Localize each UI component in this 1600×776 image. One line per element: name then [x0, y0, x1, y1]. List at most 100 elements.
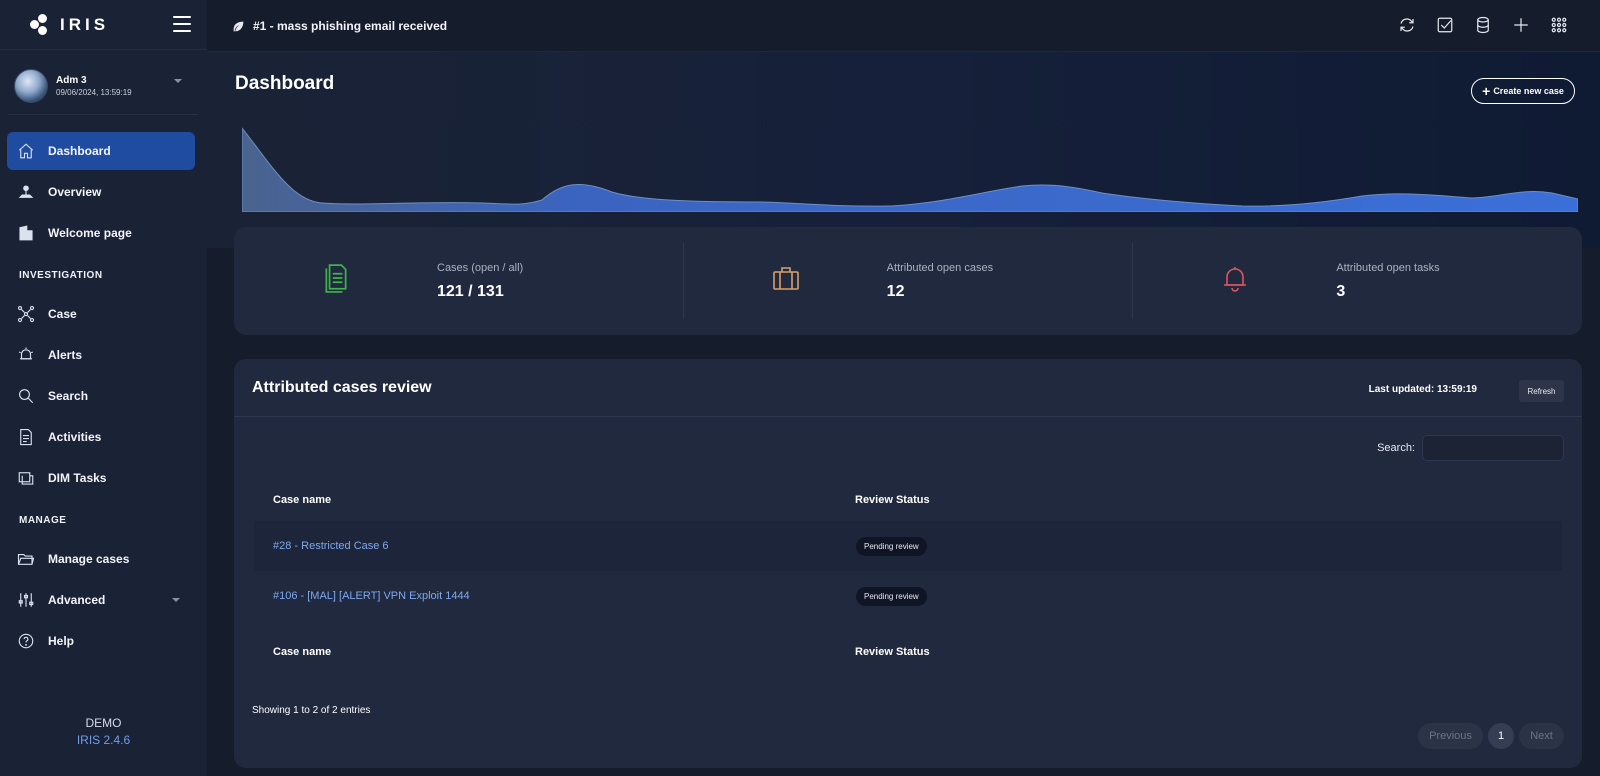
sidebar-item-advanced[interactable]: Advanced	[7, 581, 195, 619]
bell-icon	[1221, 263, 1249, 293]
topbar: #1 - mass phishing email received	[207, 0, 1600, 52]
sidebar-nav: Dashboard Overview Welcome page INVESTIG…	[7, 132, 195, 663]
building-icon	[17, 224, 35, 242]
sidebar-item-help[interactable]: Help	[7, 622, 195, 660]
stat-label: Cases (open / all)	[437, 262, 524, 274]
sidebar-item-label: Case	[48, 307, 77, 321]
home-icon	[17, 142, 35, 160]
user-name: Adm 3	[56, 75, 87, 86]
footer-version[interactable]: IRIS 2.4.6	[0, 733, 207, 747]
hamburger-menu-icon[interactable]	[173, 16, 191, 32]
chevron-down-icon[interactable]	[174, 79, 182, 83]
stat-value: 3	[1336, 283, 1346, 300]
sidebar-item-welcome-page[interactable]: Welcome page	[7, 214, 195, 252]
stat-label: Attributed open cases	[886, 262, 994, 274]
footer-demo: DEMO	[85, 716, 122, 730]
current-case[interactable]: #1 - mass phishing email received	[232, 19, 447, 33]
chevron-down-icon	[172, 598, 180, 602]
stat-cases: Cases (open / all) 121 / 131	[234, 227, 683, 335]
sidebar-item-label: DIM Tasks	[48, 471, 107, 485]
sidebar-item-case[interactable]: Case	[7, 295, 195, 333]
grid-icon[interactable]	[1548, 14, 1570, 36]
network-icon	[17, 305, 35, 323]
stat-label: Attributed open tasks	[1336, 262, 1440, 274]
sidebar-item-label: Dashboard	[48, 144, 111, 158]
plus-icon: +	[1482, 83, 1491, 99]
column-header-review-status[interactable]: Review Status	[855, 494, 930, 506]
refresh-icon[interactable]	[1396, 14, 1418, 36]
status-badge: Pending review	[856, 587, 927, 606]
attributed-cases-review-card: Attributed cases review Last updated: 13…	[234, 359, 1582, 768]
review-title: Attributed cases review	[252, 379, 432, 396]
column-footer-case-name: Case name	[273, 646, 332, 658]
stat-value: 121 / 131	[437, 283, 504, 300]
briefcase-icon	[772, 263, 800, 293]
stats-card: Cases (open / all) 121 / 131 Attributed …	[234, 227, 1582, 335]
table-row: #28 - Restricted Case 6 Pending review	[254, 521, 1562, 571]
sidebar-item-label: Help	[48, 634, 75, 648]
plus-icon[interactable]	[1510, 14, 1532, 36]
sidebar-item-alerts[interactable]: Alerts	[7, 336, 195, 374]
sidebar-item-label: Advanced	[48, 593, 106, 607]
case-title-text: #1 - mass phishing email received	[253, 19, 448, 33]
case-link[interactable]: #106 - [MAL] [ALERT] VPN Exploit 1444	[273, 590, 470, 602]
stat-value: 12	[886, 283, 905, 300]
column-footer-review-status: Review Status	[855, 646, 930, 658]
sidebar-footer: DEMO IRIS 2.4.6	[0, 716, 207, 747]
next-page-button[interactable]: Next	[1519, 723, 1564, 749]
divider	[8, 114, 198, 115]
sidebar-item-search[interactable]: Search	[7, 377, 195, 415]
last-updated: Last updated: 13:59:19	[1368, 384, 1477, 395]
sidebar: IRIS Adm 3 09/06/2024, 13:59:19 Dashboar…	[0, 0, 207, 776]
logo-text: IRIS	[60, 14, 110, 34]
search-icon	[17, 387, 35, 405]
user-datetime: 09/06/2024, 13:59:19	[56, 88, 132, 97]
cases-trend-chart	[242, 127, 1578, 212]
alert-bell-icon	[17, 346, 35, 364]
entries-info: Showing 1 to 2 of 2 entries	[252, 705, 371, 716]
case-link[interactable]: #28 - Restricted Case 6	[273, 540, 389, 552]
user-profile[interactable]: Adm 3 09/06/2024, 13:59:19	[14, 66, 194, 106]
create-new-case-button[interactable]: + Create new case	[1471, 78, 1575, 104]
sidebar-item-label: Welcome page	[48, 226, 132, 240]
sidebar-item-dim-tasks[interactable]: DIM Tasks	[7, 459, 195, 497]
sidebar-item-label: Search	[48, 389, 89, 403]
stat-attributed-tasks: Attributed open tasks 3	[1132, 243, 1582, 319]
sidebar-item-overview[interactable]: Overview	[7, 173, 195, 211]
leaf-icon	[233, 21, 244, 31]
avatar	[14, 69, 48, 103]
column-header-case-name[interactable]: Case name	[273, 494, 331, 506]
page-header: Dashboard + Create new case	[207, 52, 1600, 248]
search-label: Search:	[1377, 442, 1415, 454]
section-manage: MANAGE	[19, 514, 67, 526]
sidebar-item-label: Activities	[48, 430, 102, 444]
page-1-button[interactable]: 1	[1488, 723, 1514, 749]
file-icon	[322, 263, 350, 293]
database-icon[interactable]	[1472, 14, 1494, 36]
folder-icon	[17, 550, 35, 568]
refresh-button[interactable]: Refresh	[1519, 380, 1564, 402]
sidebar-item-label: Alerts	[48, 348, 83, 362]
tasks-icon	[17, 469, 35, 487]
section-investigation: INVESTIGATION	[19, 269, 103, 281]
checklist-icon[interactable]	[1434, 14, 1456, 36]
create-new-case-label: Create new case	[1493, 86, 1564, 96]
sidebar-item-label: Manage cases	[48, 552, 130, 566]
sidebar-item-dashboard[interactable]: Dashboard	[7, 132, 195, 170]
search-input[interactable]	[1422, 435, 1564, 461]
sidebar-item-activities[interactable]: Activities	[7, 418, 195, 456]
stat-attributed-cases: Attributed open cases 12	[682, 243, 1133, 319]
overview-icon	[17, 183, 35, 201]
sliders-icon	[17, 591, 35, 609]
table-row: #106 - [MAL] [ALERT] VPN Exploit 1444 Pe…	[254, 571, 1562, 621]
sidebar-item-manage-cases[interactable]: Manage cases	[7, 540, 195, 578]
sidebar-item-label: Overview	[48, 185, 102, 199]
page-title: Dashboard	[235, 73, 335, 94]
pagination: Previous 1 Next	[1413, 723, 1564, 749]
document-icon	[17, 428, 35, 446]
status-badge: Pending review	[856, 537, 927, 556]
iris-logo-icon	[30, 13, 54, 36]
previous-page-button[interactable]: Previous	[1418, 723, 1483, 749]
help-icon	[17, 632, 35, 650]
trend-area	[242, 127, 1578, 212]
